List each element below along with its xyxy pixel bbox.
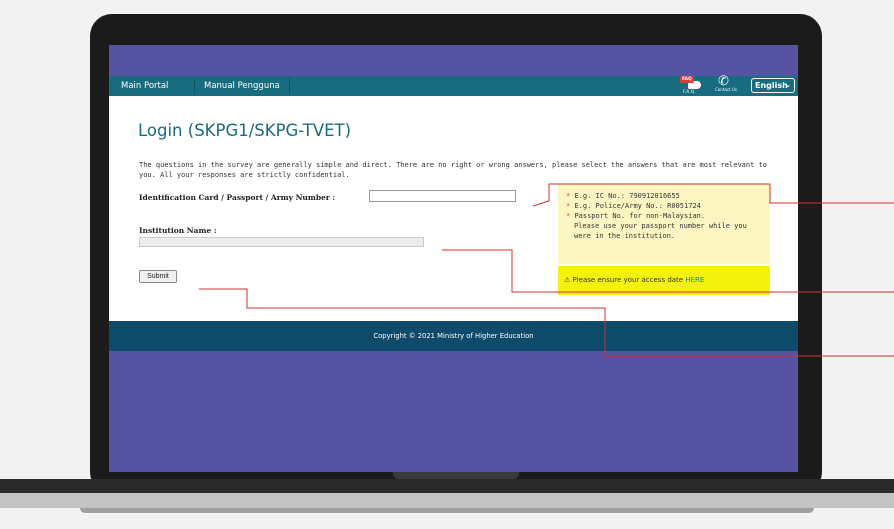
submit-button[interactable]: Submit bbox=[139, 270, 177, 283]
faq-button[interactable]: FAQ F.A.Q. bbox=[679, 76, 707, 96]
laptop-screen: Main Portal Manual Pengguna FAQ F.A.Q. ✆… bbox=[109, 45, 798, 472]
hint-ic-text: E.g. IC No.: 790912016655 bbox=[574, 192, 680, 200]
chevron-down-icon: ⌄ bbox=[785, 81, 791, 89]
hint-passport-line2: Please use your passport number while yo… bbox=[574, 222, 747, 230]
laptop-hinge-notch bbox=[393, 472, 519, 479]
copyright-text: Copyright © 2021 Ministry of Higher Educ… bbox=[373, 332, 534, 340]
id-number-input[interactable] bbox=[369, 190, 516, 202]
institution-name-label: Institution Name : bbox=[139, 226, 217, 235]
footer: Copyright © 2021 Ministry of Higher Educ… bbox=[109, 321, 798, 351]
laptop-base bbox=[0, 493, 894, 508]
id-hint-box: * E.g. IC No.: 790912016655 * E.g. Polic… bbox=[558, 184, 770, 264]
institution-name-input[interactable] bbox=[139, 237, 424, 247]
top-navbar: Main Portal Manual Pengguna FAQ F.A.Q. ✆… bbox=[109, 75, 798, 96]
faq-badge: FAQ bbox=[680, 76, 694, 83]
warning-text: Please ensure your access date bbox=[572, 276, 686, 284]
nav-main-portal[interactable]: Main Portal bbox=[121, 81, 168, 91]
hint-police-example: * E.g. Police/Army No.: R0051724 bbox=[566, 202, 701, 210]
hint-ic-example: * E.g. IC No.: 790912016655 bbox=[566, 192, 680, 200]
access-date-link[interactable]: HERE bbox=[685, 276, 704, 284]
language-selected: English bbox=[755, 81, 788, 90]
laptop-base-edge bbox=[0, 479, 894, 493]
contact-us-label: Contact Us bbox=[715, 87, 737, 92]
warning-triangle-icon: ⚠ bbox=[564, 276, 573, 284]
page-title: Login (SKPG1/SKPG-TVET) bbox=[138, 121, 352, 140]
nav-divider bbox=[289, 78, 290, 94]
nav-divider bbox=[194, 78, 195, 94]
intro-text: The questions in the survey are generall… bbox=[139, 161, 767, 179]
hint-passport-text: Passport No. for non-Malaysian. bbox=[574, 212, 706, 220]
hint-police-text: E.g. Police/Army No.: R0051724 bbox=[574, 202, 701, 210]
hint-passport-line1: * Passport No. for non-Malaysian. bbox=[566, 212, 705, 220]
laptop-base-bottom bbox=[80, 508, 814, 513]
faq-label: F.A.Q. bbox=[683, 90, 696, 95]
login-content: Login (SKPG1/SKPG-TVET) The questions in… bbox=[109, 96, 798, 321]
contact-us-button[interactable]: ✆ Contact Us bbox=[713, 75, 739, 96]
warning-text-row: ⚠ Please ensure your access date HERE bbox=[564, 276, 704, 284]
id-number-label: Identification Card / Passport / Army Nu… bbox=[139, 193, 336, 202]
hint-passport-line3: were in the institution. bbox=[574, 232, 676, 240]
access-date-warning: ⚠ Please ensure your access date HERE bbox=[558, 266, 770, 295]
nav-manual-pengguna[interactable]: Manual Pengguna bbox=[204, 81, 280, 91]
language-select[interactable]: English ⌄ bbox=[751, 78, 795, 93]
